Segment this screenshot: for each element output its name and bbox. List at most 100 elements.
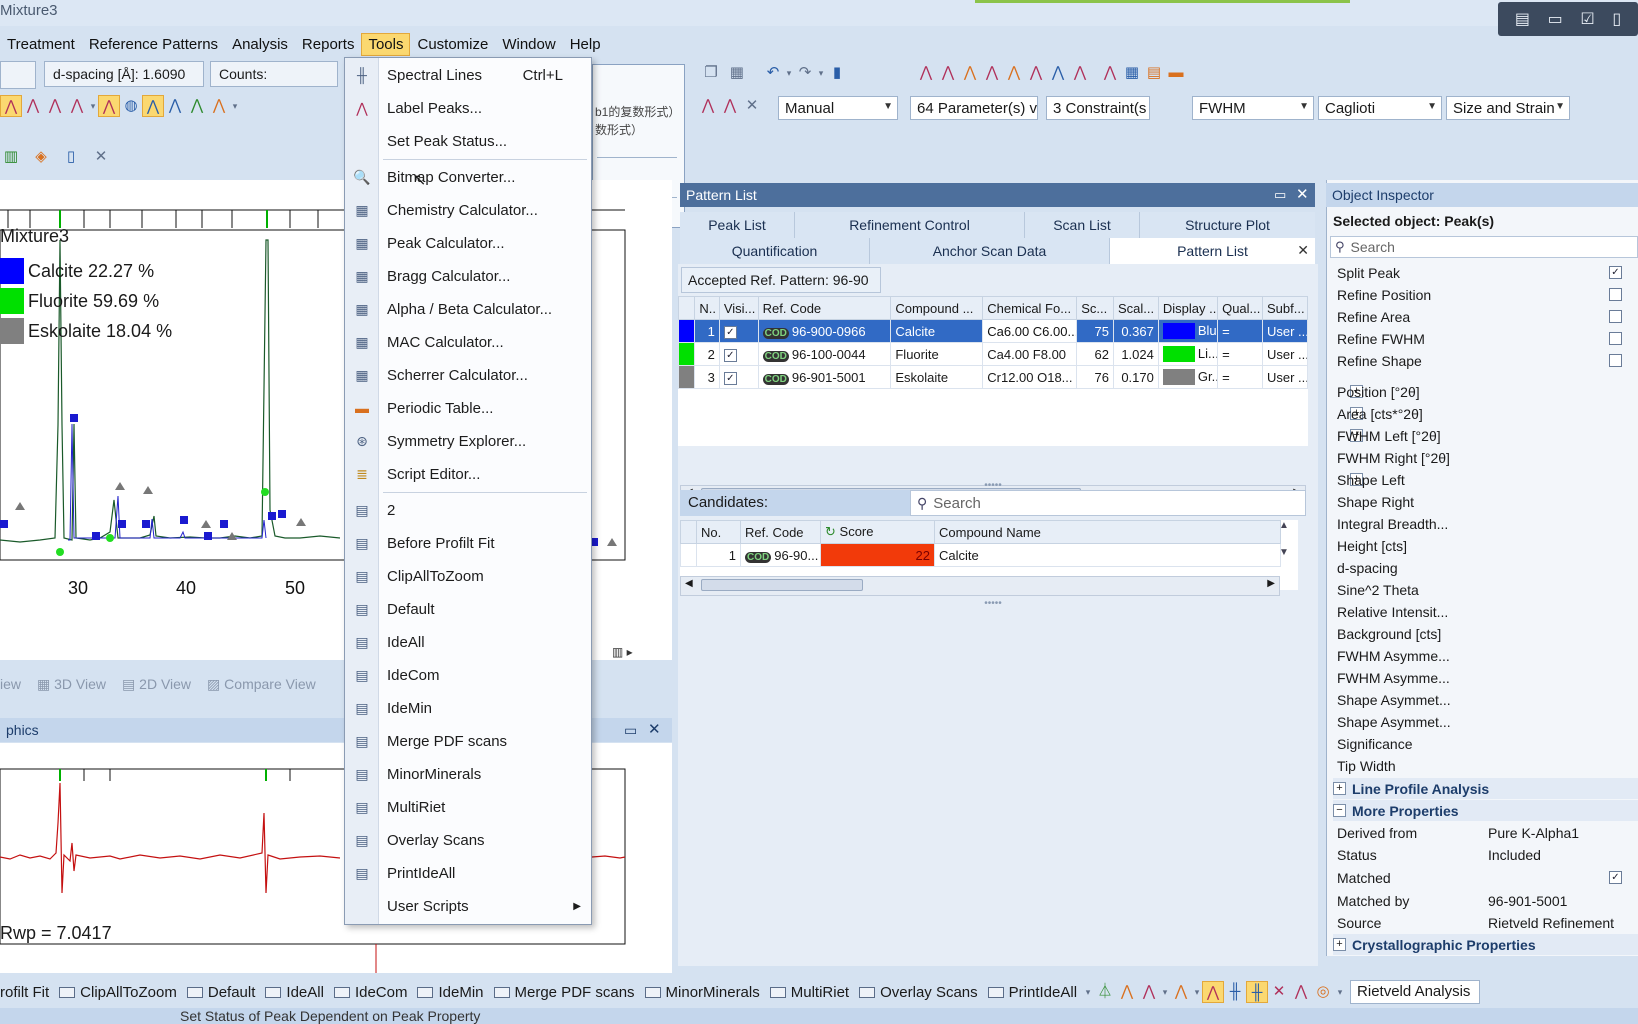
menu-treatment[interactable]: Treatment bbox=[0, 33, 82, 56]
copy-icon[interactable]: ❐ bbox=[700, 62, 722, 84]
prop-matched-by[interactable]: Matched by 96-901-5001 bbox=[1337, 890, 1637, 911]
undo-icon[interactable]: ↶ bbox=[762, 62, 784, 84]
split-peak-checkbox[interactable]: ✓ bbox=[1609, 266, 1622, 279]
matched-checkbox[interactable]: ✓ bbox=[1609, 871, 1622, 884]
tab-refinement-control[interactable]: Refinement Control bbox=[795, 212, 1025, 238]
peak-tool-icon[interactable]: ⋀ bbox=[1170, 981, 1192, 1003]
menu-item-mac-calculator[interactable]: ▦ MAC Calculator... bbox=[345, 327, 591, 357]
prop-shape-asymmetry-1[interactable]: Shape Asymmet... bbox=[1337, 689, 1637, 710]
menu-item-default[interactable]: ▤ Default bbox=[345, 594, 591, 624]
prop-relative-intensity[interactable]: Relative Intensit... bbox=[1337, 601, 1637, 622]
menu-item-script-editor[interactable]: ≣ Script Editor... bbox=[345, 459, 591, 489]
menu-customize[interactable]: Customize bbox=[410, 33, 495, 56]
tab-anchor-scan-data[interactable]: Anchor Scan Data bbox=[870, 238, 1110, 264]
expand-icon[interactable]: + bbox=[1333, 782, 1346, 795]
menu-analysis[interactable]: Analysis bbox=[225, 33, 295, 56]
column-header[interactable]: Subf... bbox=[1262, 296, 1308, 320]
refine-shape-checkbox[interactable] bbox=[1609, 354, 1622, 367]
globe-icon[interactable]: ◍ bbox=[120, 95, 142, 117]
prop-tip-width[interactable]: Tip Width bbox=[1337, 755, 1637, 776]
menu-item-clipalltozoom[interactable]: ▤ ClipAllToZoom bbox=[345, 561, 591, 591]
menu-item-periodic-table[interactable]: ▬ Periodic Table... bbox=[345, 393, 591, 423]
menu-item-symmetry-explorer[interactable]: ⊛ Symmetry Explorer... bbox=[345, 426, 591, 456]
peak-display-icon[interactable]: ⋀ bbox=[142, 95, 164, 117]
column-header[interactable]: No. bbox=[696, 520, 741, 544]
chart-icon[interactable]: ▤ bbox=[1143, 62, 1165, 84]
menu-item-minorminerals[interactable]: ▤ MinorMinerals bbox=[345, 759, 591, 789]
scroll-up-icon[interactable]: ▲ bbox=[1274, 520, 1294, 531]
refine-mode-select[interactable]: Manual ▼ bbox=[778, 96, 898, 120]
column-header[interactable]: Ref. Code bbox=[757, 296, 892, 320]
tab-2d-view[interactable]: ▤ 2D View bbox=[114, 676, 199, 693]
splitter[interactable]: ••••• bbox=[678, 598, 1308, 609]
page-icon[interactable]: ▯ bbox=[60, 146, 82, 168]
table-row[interactable]: 1 ✓ COD 96-900-0966 Calcite Ca6.00 C6.00.… bbox=[677, 319, 1308, 343]
prop-sine2-theta[interactable]: Sine^2 Theta bbox=[1337, 579, 1637, 600]
check-icon[interactable]: ☑ bbox=[1580, 9, 1594, 29]
column-header[interactable]: Ref. Code bbox=[740, 520, 821, 544]
scroll-left-icon[interactable]: ◀ bbox=[685, 578, 693, 589]
peak-tool-icon[interactable]: ⋀ bbox=[1202, 981, 1225, 1003]
menu-item-chemistry-calculator[interactable]: ▦ Chemistry Calculator... bbox=[345, 195, 591, 225]
menu-item-scherrer-calculator[interactable]: ▦ Scherrer Calculator... bbox=[345, 360, 591, 390]
column-header[interactable]: Scal... bbox=[1112, 296, 1159, 320]
peak-display-icon[interactable]: ⋀ bbox=[186, 95, 208, 117]
peak-tool-icon[interactable]: ⋀ bbox=[1025, 62, 1047, 84]
candidates-search[interactable]: ⚲ Search bbox=[910, 490, 1306, 516]
menu-item-set-peak-status[interactable]: Set Peak Status... bbox=[345, 126, 591, 156]
prop-shape-asymmetry-2[interactable]: Shape Asymmet... bbox=[1337, 711, 1637, 732]
menu-item-label-peaks[interactable]: ⋀ Label Peaks... bbox=[345, 93, 591, 123]
tab-view[interactable]: iew bbox=[0, 676, 29, 692]
column-header[interactable]: Display ... bbox=[1157, 296, 1219, 320]
candidates-hscroll[interactable]: ◀ ▶ bbox=[680, 576, 1280, 596]
refine-fwhm-checkbox[interactable] bbox=[1609, 332, 1622, 345]
prop-fwhm-left[interactable]: FWHM Left [°2θ] bbox=[1337, 425, 1637, 446]
prop-area[interactable]: Area [cts*°2θ] bbox=[1337, 403, 1637, 424]
menu-help[interactable]: Help bbox=[563, 33, 608, 56]
visible-checkbox[interactable]: ✓ bbox=[723, 326, 737, 339]
tab-quantification[interactable]: Quantification bbox=[680, 238, 870, 264]
peak-display-icon[interactable]: ⋀ bbox=[98, 95, 120, 117]
redo-dropdown-icon[interactable]: ▾ bbox=[816, 62, 826, 84]
menu-window[interactable]: Window bbox=[495, 33, 562, 56]
close-icon[interactable]: ✕ bbox=[648, 720, 661, 738]
paste-icon[interactable]: ▦ bbox=[726, 62, 748, 84]
menu-item-script-2[interactable]: ▤ 2 bbox=[345, 495, 591, 525]
menu-item-user-scripts[interactable]: User Scripts ▶ bbox=[345, 891, 591, 921]
prop-shape-left[interactable]: Shape Left bbox=[1337, 469, 1637, 490]
prop-position[interactable]: Position [°2θ] bbox=[1337, 381, 1637, 402]
prop-refine-area[interactable]: Refine Area bbox=[1337, 306, 1637, 327]
menu-item-idemin[interactable]: ▤ IdeMin bbox=[345, 693, 591, 723]
column-header[interactable]: N.. bbox=[694, 296, 720, 320]
new-doc-icon[interactable]: ▥ bbox=[0, 146, 22, 168]
column-header[interactable]: Sc... bbox=[1076, 296, 1114, 320]
clear-icon[interactable]: ✕ bbox=[741, 95, 763, 117]
prop-derived-from[interactable]: Derived from Pure K-Alpha1 bbox=[1337, 822, 1637, 843]
table-row[interactable]: 1 COD 96-90... 22 Calcite bbox=[680, 543, 1281, 567]
peak-display-icon[interactable]: ⋀ bbox=[44, 95, 66, 117]
peak-display-icon[interactable]: ⋀ bbox=[164, 95, 186, 117]
refine-icon[interactable]: ⋀ bbox=[719, 95, 741, 117]
table-row[interactable]: 2 ✓ COD 96-100-0044 Fluorite Ca4.00 F8.00… bbox=[677, 342, 1308, 366]
section-crystallographic-properties[interactable]: + Crystallographic Properties bbox=[1333, 934, 1638, 955]
dropdown-icon[interactable]: ▾ bbox=[1160, 981, 1170, 1003]
prop-height[interactable]: Height [cts] bbox=[1337, 535, 1637, 556]
script-idecom[interactable]: IdeCom bbox=[329, 984, 413, 1001]
menu-item-multiriet[interactable]: ▤ MultiRiet bbox=[345, 792, 591, 822]
prop-split-peak[interactable]: Split Peak ✓ bbox=[1337, 262, 1637, 283]
redo-icon[interactable]: ↷ bbox=[794, 62, 816, 84]
peak-tool-icon[interactable]: ⋀ bbox=[1047, 62, 1069, 84]
marker-icon[interactable]: ╫ bbox=[1246, 981, 1269, 1003]
scroll-thumb[interactable] bbox=[701, 579, 863, 591]
dropdown-icon[interactable]: ▾ bbox=[88, 95, 98, 117]
prop-refine-position[interactable]: Refine Position bbox=[1337, 284, 1637, 305]
close-icon[interactable]: ✕ bbox=[1297, 242, 1309, 259]
prop-refine-shape[interactable]: Refine Shape bbox=[1337, 350, 1637, 371]
menu-tools[interactable]: Tools bbox=[361, 32, 411, 56]
scroll-down-icon[interactable]: ▼ bbox=[1274, 547, 1294, 558]
peak-display-icon[interactable]: ⋀ bbox=[0, 95, 22, 117]
table-row[interactable]: 3 ✓ COD 96-901-5001 Eskolaite Cr12.00 O18… bbox=[677, 365, 1308, 389]
tab-peak-list[interactable]: Peak List bbox=[680, 212, 795, 238]
table-icon[interactable]: ▦ bbox=[1121, 62, 1143, 84]
menu-item-spectral-lines[interactable]: ╫ Spectral Lines Ctrl+L bbox=[345, 60, 591, 90]
